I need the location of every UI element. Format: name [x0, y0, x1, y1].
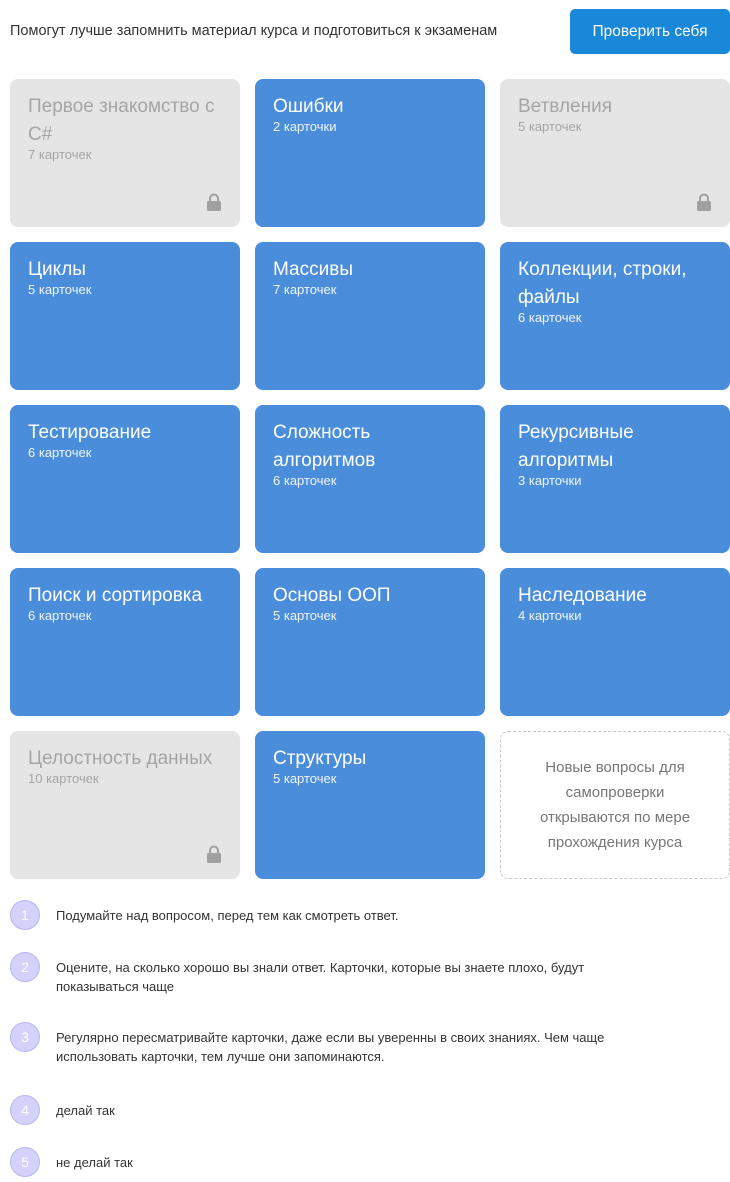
placeholder-text: Новые вопросы для самопроверки открывают… [539, 759, 691, 851]
card-count: 6 карточек [518, 310, 582, 325]
card-title: Поиск и сортировка [28, 585, 203, 606]
card-title: Рекурсивные алгоритмы [518, 422, 634, 471]
card-count: 5 карточек [518, 119, 582, 134]
step-text: делай так [56, 1103, 115, 1118]
card-title: Первое знакомство с C# [28, 96, 215, 145]
card-count: 2 карточки [273, 119, 337, 134]
card-count: 3 карточки [518, 473, 582, 488]
card-branching: Ветвления 5 карточек [500, 79, 730, 227]
card-loops[interactable]: Циклы 5 карточек [10, 242, 240, 390]
card-title: Сложность алгоритмов [273, 422, 376, 471]
step-number: 4 [10, 1095, 40, 1125]
card-recursion[interactable]: Рекурсивные алгоритмы 3 карточки [500, 405, 730, 553]
card-complexity[interactable]: Сложность алгоритмов 6 карточек [255, 405, 485, 553]
header-description: Помогут лучше запомнить материал курса и… [10, 23, 498, 39]
step-text: Подумайте над вопросом, перед тем как см… [56, 908, 399, 923]
card-first-acquaintance: Первое знакомство с C# 7 карточек [10, 79, 240, 227]
card-count: 5 карточек [273, 771, 337, 786]
step-number: 5 [10, 1147, 40, 1177]
card-search-sort[interactable]: Поиск и сортировка 6 карточек [10, 568, 240, 716]
card-errors[interactable]: Ошибки 2 карточки [255, 79, 485, 227]
card-title: Ветвления [518, 96, 613, 117]
card-title: Ошибки [273, 96, 344, 117]
card-count: 7 карточек [273, 282, 337, 297]
card-title: Структуры [273, 748, 367, 769]
lock-icon [207, 845, 221, 863]
step-text: Оцените, на сколько хорошо вы знали отве… [56, 960, 585, 994]
card-data-integrity: Целостность данных 10 карточек [10, 731, 240, 879]
lock-icon [207, 193, 221, 211]
card-title: Наследование [518, 585, 647, 606]
step-number: 2 [10, 952, 40, 982]
card-title: Тестирование [28, 422, 152, 443]
card-testing[interactable]: Тестирование 6 карточек [10, 405, 240, 553]
step-text: не делай так [56, 1155, 133, 1170]
step-text: Регулярно пересматривайте карточки, даже… [56, 1030, 605, 1064]
header: Помогут лучше запомнить материал курса и… [0, 0, 730, 64]
card-title: Основы ООП [273, 585, 391, 606]
card-inheritance[interactable]: Наследование 4 карточки [500, 568, 730, 716]
card-title: Циклы [28, 259, 86, 280]
step-number: 3 [10, 1022, 40, 1052]
card-oop-basics[interactable]: Основы ООП 5 карточек [255, 568, 485, 716]
card-count: 5 карточек [28, 282, 92, 297]
card-title: Целостность данных [28, 748, 213, 769]
card-structures[interactable]: Структуры 5 карточек [255, 731, 485, 879]
step-number: 1 [10, 900, 40, 930]
card-title: Массивы [273, 259, 353, 280]
card-collections[interactable]: Коллекции, строки, файлы 6 карточек [500, 242, 730, 390]
card-arrays[interactable]: Массивы 7 карточек [255, 242, 485, 390]
new-questions-placeholder: Новые вопросы для самопроверки открывают… [500, 731, 730, 879]
lock-icon [697, 193, 711, 211]
check-yourself-button[interactable]: Проверить себя [570, 9, 730, 54]
card-title: Коллекции, строки, файлы [518, 259, 687, 308]
card-count: 7 карточек [28, 147, 92, 162]
